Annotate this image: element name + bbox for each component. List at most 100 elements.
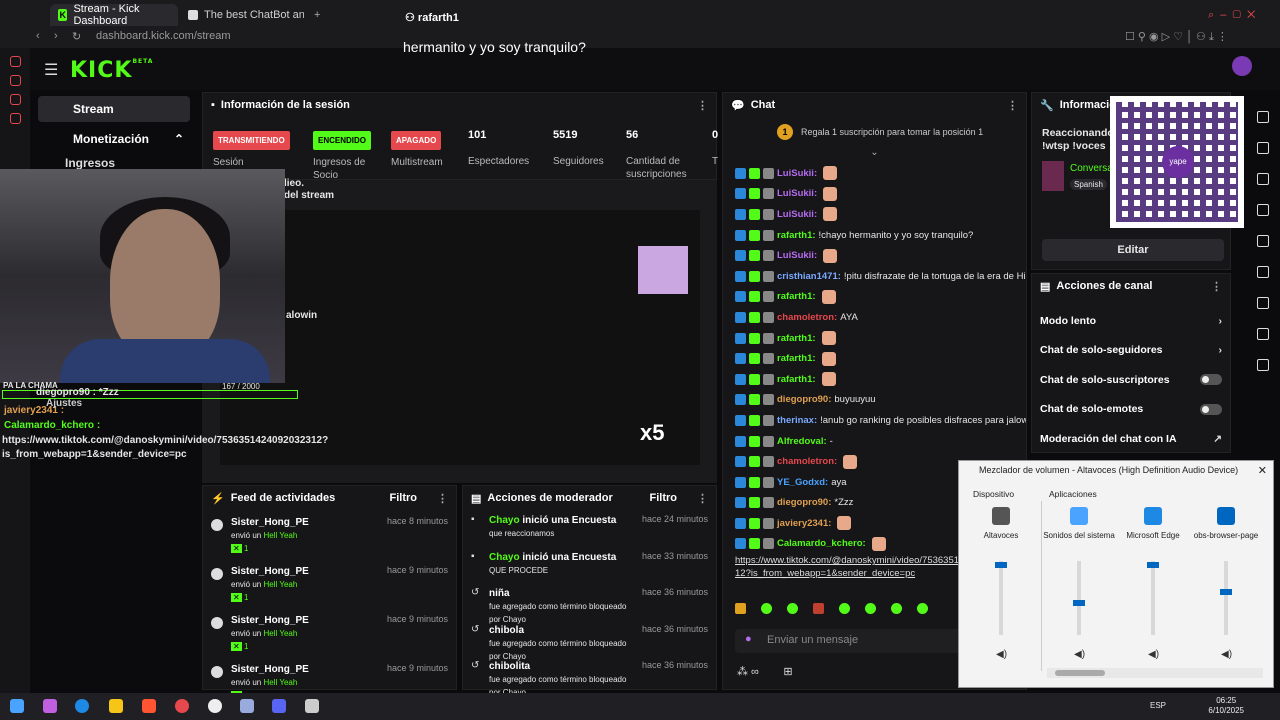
channel-action-row[interactable]: Chat de solo-seguidores › <box>1032 336 1230 366</box>
pinned-toggle-icon[interactable]: ⌄ <box>723 147 1026 163</box>
sidebar-item-stream[interactable]: Stream <box>38 96 190 122</box>
layout-icon[interactable] <box>1256 328 1269 340</box>
chat-message[interactable]: Alfredoval: - <box>723 431 1026 452</box>
list-item[interactable]: ↺ chibola fue agregado como término bloque… <box>463 620 716 661</box>
chat-message[interactable]: LuiSukii: <box>723 184 1026 205</box>
brave-icon[interactable] <box>142 699 156 713</box>
extensions-icon[interactable]: ☐ ⚲ ◉ ▷ ♡ │ ⚇ ⤓ ⋮ <box>1125 30 1228 44</box>
filter-button[interactable]: Filtro <box>650 492 678 504</box>
list-item[interactable]: ▪ Chayo inició una Encuesta QUE PROCEDE hac… <box>463 547 716 584</box>
obs-icon[interactable] <box>208 699 222 713</box>
gift-banner[interactable]: 1 Regala 1 suscripción para tomar la posi… <box>723 117 1026 147</box>
emote-icon[interactable] <box>865 603 876 614</box>
speaker-icon[interactable]: ◀) <box>1074 649 1085 660</box>
emote-icon[interactable] <box>735 603 746 614</box>
chat-message[interactable]: rafarth1: !chayo hermanito y yo soy tranq… <box>723 225 1026 246</box>
list-item[interactable]: Sister_Hong_PE envió un Hell Yeah ✕ 1 hace … <box>203 559 456 608</box>
app-icon[interactable] <box>240 699 254 713</box>
channel-action-row[interactable]: Modo lento › <box>1032 306 1230 336</box>
rail-icon[interactable] <box>10 94 21 105</box>
info-icon[interactable] <box>1256 111 1269 123</box>
chat-message[interactable]: diegopro90: buyuuyuu <box>723 390 1026 411</box>
slider-thumb[interactable] <box>1147 562 1159 569</box>
chat-message[interactable]: rafarth1: <box>723 369 1026 390</box>
channel-action-row[interactable]: Chat de solo-emotes <box>1032 395 1230 425</box>
chat-username[interactable]: LuiSukii: <box>777 168 817 179</box>
back-icon[interactable]: ‹ <box>36 30 40 42</box>
chat-message[interactable]: rafarth1: <box>723 287 1026 308</box>
chat-username[interactable]: rafarth1: <box>777 333 816 344</box>
explorer-icon[interactable] <box>109 699 123 713</box>
volume-slider[interactable] <box>1073 561 1085 635</box>
menu-icon[interactable]: ☰ <box>44 60 58 80</box>
forward-icon[interactable]: › <box>54 30 58 42</box>
speaker-icon[interactable]: ◀) <box>1148 649 1159 660</box>
slider-thumb[interactable] <box>1220 589 1232 595</box>
close-icon[interactable]: ✕ <box>1258 464 1267 477</box>
chat-input[interactable]: ● Enviar un mensaje <box>735 629 973 653</box>
speaker-icon[interactable]: ◀) <box>1221 649 1232 660</box>
channel-action-row[interactable]: Moderación del chat con IA ↗ <box>1032 424 1230 454</box>
emote-icon[interactable] <box>813 603 824 614</box>
scrollbar-thumb[interactable] <box>1055 670 1105 676</box>
avatar[interactable] <box>1232 56 1252 76</box>
more-icon[interactable]: ⋮ <box>1007 99 1018 112</box>
chat-username[interactable]: therinax: <box>777 415 817 426</box>
opera-icon[interactable] <box>175 699 189 713</box>
reload-icon[interactable]: ↻ <box>72 30 81 43</box>
discord-icon[interactable] <box>272 699 286 713</box>
url-field[interactable]: dashboard.kick.com/stream <box>96 30 231 42</box>
sidebar-item-monetizacion[interactable]: Monetización ⌃ <box>38 126 190 152</box>
mixer-scrollbar[interactable] <box>1047 668 1263 678</box>
edit-button[interactable]: Editar <box>1042 239 1224 261</box>
notes-icon[interactable] <box>1256 235 1269 247</box>
edit-icon[interactable] <box>1256 142 1269 154</box>
clock[interactable]: 06:25 6/10/2025 <box>1208 696 1244 716</box>
chat-username[interactable]: LuiSukii: <box>777 250 817 261</box>
chat-username[interactable]: chamoletron: <box>777 312 837 323</box>
chat-message[interactable]: rafarth1: <box>723 328 1026 349</box>
list-item[interactable]: ↺ chibolita fue agregado como término bloq… <box>463 656 716 697</box>
chat-username[interactable]: chamoletron: <box>777 456 837 467</box>
edge-icon[interactable] <box>75 699 89 713</box>
emote-icon[interactable] <box>839 603 850 614</box>
chat-username[interactable]: rafarth1: <box>777 353 816 364</box>
chat-username[interactable]: Calamardo_kchero: <box>777 538 866 549</box>
chat-message[interactable]: LuiSukii: <box>723 163 1026 184</box>
emote-icon[interactable] <box>891 603 902 614</box>
toggle-switch[interactable] <box>1200 403 1222 415</box>
chat-username[interactable]: cristhian1471: <box>777 271 841 282</box>
language-indicator[interactable]: ESP <box>1150 701 1166 710</box>
chat-username[interactable]: rafarth1: <box>777 291 816 302</box>
chat-username[interactable]: LuiSukii: <box>777 209 817 220</box>
chat-message[interactable]: LuiSukii: <box>723 245 1026 266</box>
chat-message[interactable]: therinax: !anub go ranking de posibles di… <box>723 410 1026 431</box>
volume-slider[interactable] <box>995 561 1007 635</box>
emote-icon[interactable] <box>761 603 772 614</box>
rail-icon[interactable] <box>10 75 21 86</box>
emote-icon[interactable] <box>787 603 798 614</box>
more-icon[interactable]: ⋮ <box>697 99 708 112</box>
wrench-icon[interactable] <box>1256 359 1269 371</box>
chat-tools-icon[interactable]: ⁂ ∞ ⊞ <box>737 665 793 678</box>
chat-username[interactable]: rafarth1: <box>777 230 816 241</box>
list-item[interactable]: Sister_Hong_PE envió un Hell Yeah ✕ 1 hace … <box>203 510 456 559</box>
chat-message[interactable]: LuiSukii: <box>723 204 1026 225</box>
chat-username[interactable]: YE_Godxd: <box>777 477 828 488</box>
mic-icon[interactable]: ● <box>745 633 752 645</box>
bolt-icon[interactable] <box>1256 204 1269 216</box>
start-icon[interactable] <box>10 699 24 713</box>
new-tab-button[interactable]: + <box>306 4 328 26</box>
window-controls[interactable]: ⌕ – ▢ ✕ <box>1200 4 1263 26</box>
tab-kick-dashboard[interactable]: K Stream - Kick Dashboard <box>50 3 178 27</box>
settings-icon[interactable] <box>305 699 319 713</box>
chat-username[interactable]: diegopro90: <box>777 394 831 405</box>
list-item[interactable]: ↺ niña fue agregado como término bloqueado… <box>463 583 716 624</box>
chat-username[interactable]: Alfredoval: <box>777 436 827 447</box>
category-link[interactable]: Conversa <box>1070 163 1113 174</box>
rail-icon[interactable] <box>10 56 21 67</box>
tab-chatbot[interactable]: The best ChatBot and We <box>180 4 304 26</box>
more-icon[interactable]: ⋮ <box>697 492 708 505</box>
more-icon[interactable]: ⋮ <box>437 492 448 505</box>
list-item[interactable]: Sister_Hong_PE envió un Hell Yeah ✕ 1 hace … <box>203 608 456 657</box>
